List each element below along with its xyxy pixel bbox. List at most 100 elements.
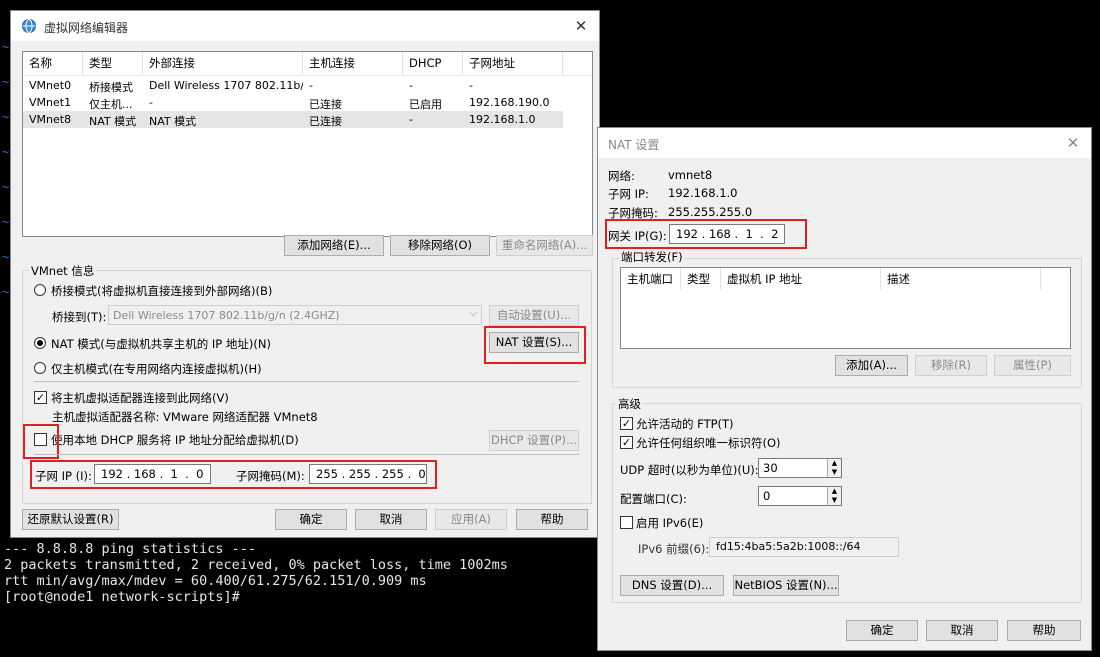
nat-subnet-mask-value: 255.255.255.0 <box>668 205 753 219</box>
bridge-mode-label[interactable]: 桥接模式(将虚拟机直接连接到外部网络)(B) <box>51 283 272 299</box>
restore-defaults-button[interactable]: 还原默认设置(R) <box>22 509 119 530</box>
allow-ftp-label[interactable]: 允许活动的 FTP(T) <box>636 416 734 432</box>
nat-title: NAT 设置 <box>608 138 660 152</box>
network-value: vmnet8 <box>668 168 713 182</box>
pf-remove-button[interactable]: 移除(R) <box>915 355 987 376</box>
pf-properties-button[interactable]: 属性(P) <box>994 355 1071 376</box>
table-cell: 192.168.190.0 <box>469 96 550 109</box>
host-only-radio[interactable] <box>34 362 46 374</box>
col-header-external[interactable]: 外部连接 <box>143 52 303 74</box>
network-list[interactable]: 名称 类型 外部连接 主机连接 DHCP 子网地址 VMnet0 桥接模式 De… <box>22 51 593 237</box>
close-icon[interactable]: ✕ <box>571 16 591 36</box>
netbios-settings-button[interactable]: NetBIOS 设置(N)... <box>733 575 839 596</box>
allow-ftp-checkbox[interactable]: ✓ <box>620 417 633 430</box>
nat-cancel-button[interactable]: 取消 <box>926 620 998 641</box>
advanced-label: 高级 <box>616 396 643 412</box>
table-cell: 已启用 <box>409 98 442 111</box>
add-network-button[interactable]: 添加网络(E)... <box>284 235 384 256</box>
allow-oui-label[interactable]: 允许任何组织唯一标识符(O) <box>636 435 781 451</box>
separator <box>34 381 579 382</box>
connect-adapter-label[interactable]: 将主机虚拟适配器连接到此网络(V) <box>51 390 229 406</box>
table-cell: - <box>309 79 313 92</box>
col-header-type[interactable]: 类型 <box>83 52 143 74</box>
adapter-name-label: 主机虚拟适配器名称: VMware 网络适配器 VMnet8 <box>52 410 318 424</box>
pf-col-desc[interactable]: 描述 <box>881 268 1041 290</box>
highlight-nat-settings <box>484 326 586 364</box>
col-header-name[interactable]: 名称 <box>23 52 83 74</box>
cancel-button[interactable]: 取消 <box>355 509 427 530</box>
table-cell: NAT 模式 <box>149 115 197 128</box>
terminal-line: [root@node1 network-scripts]# <box>4 589 240 605</box>
udp-timeout-stepper[interactable]: 30 ▲ ▼ <box>758 458 842 478</box>
nat-mode-radio[interactable] <box>34 337 46 349</box>
terminal-output: --- 8.8.8.8 ping statistics --- 2 packets… <box>4 541 604 651</box>
bridge-mode-radio[interactable] <box>34 284 46 296</box>
table-cell: - <box>409 113 413 126</box>
table-cell: NAT 模式 <box>89 115 137 128</box>
table-cell: 已连接 <box>309 115 342 128</box>
col-header-host[interactable]: 主机连接 <box>303 52 403 74</box>
pf-col-vm-ip[interactable]: 虚拟机 IP 地址 <box>721 268 881 290</box>
ipv6-prefix-field[interactable]: fd15:4ba5:5a2b:1008::/64 <box>709 537 899 557</box>
table-row[interactable]: VMnet1 仅主机... - 已连接 已启用 192.168.190.0 <box>23 94 563 111</box>
port-forward-list[interactable]: 主机端口 类型 虚拟机 IP 地址 描述 <box>620 267 1071 349</box>
enable-ipv6-checkbox[interactable] <box>620 516 633 529</box>
close-icon[interactable]: ✕ <box>1063 133 1083 153</box>
pf-col-host-port[interactable]: 主机端口 <box>621 268 681 290</box>
bridge-to-dropdown[interactable]: Dell Wireless 1707 802.11b/g/n (2.4GHZ) … <box>108 305 482 325</box>
bridge-to-label: 桥接到(T): <box>52 310 107 324</box>
allow-oui-checkbox[interactable]: ✓ <box>620 436 633 449</box>
vne-titlebar: 虚拟网络编辑器 ✕ <box>11 11 599 41</box>
table-cell: VMnet8 <box>29 113 72 126</box>
config-port-value: 0 <box>763 489 771 503</box>
udp-timeout-value: 30 <box>763 461 778 475</box>
dhcp-settings-button[interactable]: DHCP 设置(P)... <box>489 430 579 451</box>
help-button[interactable]: 帮助 <box>516 509 588 530</box>
table-cell: 桥接模式 <box>89 81 133 94</box>
vne-title: 虚拟网络编辑器 <box>44 21 129 35</box>
table-cell: - <box>469 79 473 92</box>
nat-subnet-ip-value: 192.168.1.0 <box>668 186 738 200</box>
separator <box>34 454 579 455</box>
auto-settings-button[interactable]: 自动设置(U)... <box>489 305 579 326</box>
table-cell: Dell Wireless 1707 802.11b/... <box>149 79 303 92</box>
apply-button[interactable]: 应用(A) <box>435 509 507 530</box>
nat-ok-button[interactable]: 确定 <box>846 620 918 641</box>
table-cell: VMnet1 <box>29 96 72 109</box>
pf-col-type[interactable]: 类型 <box>681 268 721 290</box>
table-cell: - <box>149 96 153 109</box>
table-row[interactable]: VMnet0 桥接模式 Dell Wireless 1707 802.11b/.… <box>23 77 563 94</box>
connect-adapter-checkbox[interactable]: ✓ <box>34 391 47 404</box>
col-header-dhcp[interactable]: DHCP <box>403 52 463 74</box>
network-list-header: 名称 类型 外部连接 主机连接 DHCP 子网地址 <box>23 52 592 76</box>
bridge-to-value: Dell Wireless 1707 802.11b/g/n (2.4GHZ) <box>113 309 340 322</box>
pf-add-button[interactable]: 添加(A)... <box>835 355 908 376</box>
chevron-up-icon[interactable]: ▲ <box>827 487 841 496</box>
udp-timeout-label: UDP 超时(以秒为单位)(U): <box>620 463 759 477</box>
nat-mode-label[interactable]: NAT 模式(与虚拟机共享主机的 IP 地址)(N) <box>51 336 271 352</box>
enable-ipv6-label[interactable]: 启用 IPv6(E) <box>636 515 703 531</box>
terminal-line: 2 packets transmitted, 2 received, 0% pa… <box>4 557 508 573</box>
chevron-up-icon[interactable]: ▲ <box>827 459 841 468</box>
chevron-down-icon[interactable]: ▼ <box>827 468 841 477</box>
highlight-gateway <box>605 219 807 249</box>
port-forward-label: 端口转发(F) <box>619 249 685 265</box>
nat-subnet-ip-label: 子网 IP: <box>608 187 649 201</box>
vmnet-info-label: VMnet 信息 <box>29 263 97 279</box>
network-globe-icon <box>22 19 36 33</box>
col-header-subnet[interactable]: 子网地址 <box>463 52 563 74</box>
dns-settings-button[interactable]: DNS 设置(D)... <box>620 575 724 596</box>
virtual-network-editor-window: 虚拟网络编辑器 ✕ 名称 类型 外部连接 主机连接 DHCP 子网地址 VMne… <box>10 10 600 538</box>
table-row-selected[interactable]: VMnet8 NAT 模式 NAT 模式 已连接 - 192.168.1.0 <box>23 111 563 128</box>
host-only-label[interactable]: 仅主机模式(在专用网络内连接虚拟机)(H) <box>51 361 262 377</box>
chevron-down-icon[interactable]: ▼ <box>827 496 841 505</box>
ok-button[interactable]: 确定 <box>275 509 347 530</box>
terminal-line: --- 8.8.8.8 ping statistics --- <box>4 541 256 557</box>
network-label: 网络: <box>608 169 635 183</box>
config-port-stepper[interactable]: 0 ▲ ▼ <box>758 486 842 506</box>
rename-network-button[interactable]: 重命名网络(A)... <box>496 235 593 256</box>
use-dhcp-label[interactable]: 使用本地 DHCP 服务将 IP 地址分配给虚拟机(D) <box>51 432 299 448</box>
highlight-subnet <box>30 460 437 489</box>
remove-network-button[interactable]: 移除网络(O) <box>390 235 490 256</box>
nat-help-button[interactable]: 帮助 <box>1007 620 1081 641</box>
